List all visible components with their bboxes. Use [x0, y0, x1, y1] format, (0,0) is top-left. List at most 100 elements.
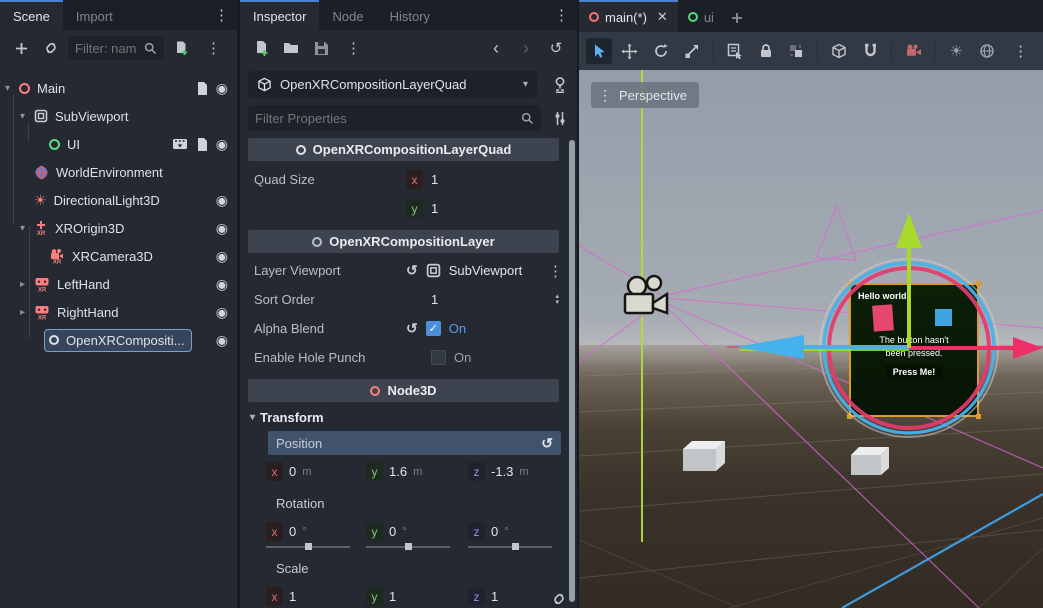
visibility-eye-icon[interactable]: ◉ — [216, 249, 228, 263]
preview-sunlight-button[interactable]: ☀ — [943, 38, 969, 64]
category-openxrcompositionlayer[interactable]: OpenXRCompositionLayer — [248, 230, 559, 253]
property-tools-button[interactable] — [547, 105, 573, 131]
tree-row-openxrcomposition[interactable]: OpenXRCompositi... ◉ — [0, 326, 237, 354]
tree-row-subviewport[interactable]: ▾ SubViewport — [0, 102, 237, 130]
tab-import[interactable]: Import — [63, 0, 126, 30]
open-docs-button[interactable] — [547, 72, 573, 98]
rotation-z-slider[interactable] — [468, 546, 552, 548]
expander-right-icon[interactable]: ▸ — [15, 279, 30, 290]
rotation-y-slider[interactable] — [366, 546, 450, 548]
node-type-selector[interactable]: OpenXRCompositionLayerQuad ▾ — [248, 71, 537, 98]
tab-history[interactable]: History — [377, 0, 443, 30]
expander-right-icon[interactable]: ▸ — [15, 307, 30, 318]
rotation-property-header[interactable]: Rotation — [268, 491, 561, 515]
category-openxrcompositionlayerquad[interactable]: OpenXRCompositionLayerQuad — [248, 138, 559, 161]
object-history-button[interactable]: ↺ — [543, 35, 569, 61]
new-resource-button[interactable] — [248, 35, 274, 61]
preview-environment-button[interactable] — [974, 38, 1000, 64]
tree-row-worldenvironment[interactable]: WorldEnvironment — [0, 158, 237, 186]
tree-row-xrcamera3d[interactable]: XR XRCamera3D ◉ — [0, 242, 237, 270]
select-tool-button[interactable] — [586, 38, 612, 64]
slider-knob[interactable] — [405, 543, 412, 550]
rotate-tool-button[interactable] — [648, 38, 674, 64]
gizmo-z-arrow[interactable] — [736, 335, 909, 359]
move-tool-button[interactable] — [617, 38, 643, 64]
slider-knob[interactable] — [512, 543, 519, 550]
add-node-button[interactable] — [8, 35, 34, 61]
close-icon[interactable]: ✕ — [657, 9, 668, 25]
clapper-icon[interactable] — [172, 137, 188, 151]
visibility-eye-icon[interactable]: ◉ — [216, 277, 228, 291]
local-space-button[interactable] — [826, 38, 852, 64]
scene-tab-main[interactable]: main(*) ✕ — [579, 0, 678, 32]
tree-row-main[interactable]: ▾ Main ◉ — [0, 74, 237, 102]
save-resource-button[interactable] — [308, 35, 334, 61]
tree-row-xrorigin3d[interactable]: ▾ XR XROrigin3D ◉ — [0, 214, 237, 242]
tab-inspector[interactable]: Inspector — [240, 0, 319, 30]
visibility-eye-icon[interactable]: ◉ — [216, 221, 228, 235]
expander-down-icon[interactable]: ▾ — [0, 83, 15, 94]
gizmo-x-arrow[interactable] — [909, 337, 1043, 359]
scale-link-icon[interactable] — [551, 591, 567, 607]
position-y-value[interactable]: 1.6 — [389, 464, 407, 479]
quad-size-y-value[interactable]: 1 — [431, 201, 438, 216]
scene-toolbar-menu-icon[interactable]: ⋮ — [198, 39, 229, 57]
tab-node[interactable]: Node — [319, 0, 376, 30]
list-select-button[interactable] — [722, 38, 748, 64]
visibility-eye-icon[interactable]: ◉ — [216, 333, 228, 347]
scene-filter-input[interactable] — [75, 41, 139, 56]
scale-y-value[interactable]: 1 — [389, 589, 396, 604]
tree-row-ui[interactable]: UI ◉ — [0, 130, 237, 158]
visibility-eye-icon[interactable]: ◉ — [216, 305, 228, 319]
position-z-value[interactable]: -1.3 — [491, 464, 513, 479]
position-property-header[interactable]: Position ↺ — [268, 431, 561, 455]
perspective-menu-button[interactable]: ⋮ Perspective — [591, 82, 699, 108]
viewport-menu-icon[interactable]: ⋮ — [1005, 42, 1036, 60]
property-filter-box[interactable] — [248, 105, 541, 131]
sort-order-value[interactable]: 1 — [431, 292, 438, 307]
viewport-3d[interactable]: Hello world! The button hasn't been pres… — [579, 70, 1043, 608]
rotation-x-value[interactable]: 0 — [289, 524, 296, 539]
inspector-scrollbar[interactable] — [569, 140, 575, 602]
new-scene-tab-button[interactable] — [724, 5, 750, 31]
group-button[interactable] — [784, 38, 810, 64]
script-icon[interactable] — [195, 137, 209, 152]
visibility-eye-icon[interactable]: ◉ — [216, 81, 228, 95]
spinner-icon[interactable]: ▴▾ — [555, 294, 563, 306]
rotation-y-value[interactable]: 0 — [389, 524, 396, 539]
lock-button[interactable] — [753, 38, 779, 64]
quad-size-x-value[interactable]: 1 — [431, 172, 438, 187]
property-filter-input[interactable] — [255, 111, 516, 126]
inspector-panel-menu-icon[interactable]: ⋮ — [546, 0, 577, 30]
rotation-z-value[interactable]: 0 — [491, 524, 498, 539]
expander-down-icon[interactable]: ▾ — [15, 111, 30, 122]
scale-x-value[interactable]: 1 — [289, 589, 296, 604]
history-forward-button[interactable]: › — [513, 35, 539, 61]
tab-scene[interactable]: Scene — [0, 0, 63, 30]
slider-knob[interactable] — [305, 543, 312, 550]
resource-menu-icon[interactable]: ⋮ — [338, 39, 369, 57]
expander-down-icon[interactable]: ▾ — [15, 223, 30, 234]
camera-preview-button[interactable] — [900, 38, 926, 64]
transform-section-header[interactable]: ▾ Transform — [244, 402, 563, 428]
alpha-blend-checkbox[interactable]: ✓ — [426, 321, 441, 336]
tree-row-lefthand[interactable]: ▸ XR LeftHand ◉ — [0, 270, 237, 298]
scene-panel-menu-icon[interactable]: ⋮ — [206, 0, 237, 30]
layer-viewport-value[interactable]: SubViewport — [449, 263, 522, 278]
load-resource-button[interactable] — [278, 35, 304, 61]
instance-scene-button[interactable] — [38, 35, 64, 61]
gizmo-y-arrow[interactable] — [896, 213, 922, 348]
category-node3d[interactable]: Node3D — [248, 379, 559, 402]
rotation-x-slider[interactable] — [266, 546, 350, 548]
position-x-value[interactable]: 0 — [289, 464, 296, 479]
revert-icon[interactable]: ↺ — [406, 262, 418, 279]
hole-punch-checkbox[interactable] — [431, 350, 446, 365]
visibility-eye-icon[interactable]: ◉ — [216, 193, 228, 207]
tree-row-directionallight3d[interactable]: ☀ DirectionalLight3D ◉ — [0, 186, 237, 214]
scale-property-header[interactable]: Scale — [268, 556, 561, 580]
scene-tab-ui[interactable]: ui — [678, 0, 724, 32]
attach-script-button[interactable] — [168, 35, 194, 61]
revert-icon[interactable]: ↺ — [541, 435, 553, 452]
scene-filter-box[interactable] — [68, 36, 164, 60]
scale-z-value[interactable]: 1 — [491, 589, 498, 604]
